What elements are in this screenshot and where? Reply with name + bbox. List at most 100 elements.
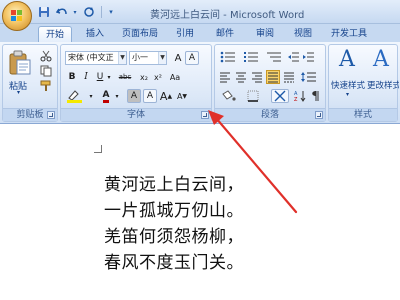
tab-page-layout[interactable]: 页面布局	[118, 26, 162, 42]
decrease-indent-icon[interactable]	[287, 50, 301, 64]
clipboard-group: 粘贴 ▾ 剪贴板	[2, 44, 58, 122]
tab-home[interactable]: 开始	[38, 26, 72, 42]
font-name-dropdown[interactable]: 宋体 (中文正 ▼	[65, 51, 127, 65]
styles-group: A 快速样式 ▾ A 更改样式 样式	[328, 44, 399, 122]
font-color-icon: A	[102, 90, 110, 103]
chinese-layout-icon	[274, 90, 286, 102]
tab-view[interactable]: 视图	[288, 26, 318, 42]
line-spacing-icon	[301, 72, 316, 82]
superscript-button[interactable]: x²	[151, 70, 165, 84]
subscript-button[interactable]: x₂	[137, 70, 151, 84]
grow-font-icon: A	[174, 52, 182, 64]
poem-line: 一片孤城万仞山。	[104, 201, 244, 221]
change-styles-icon: A	[373, 47, 389, 72]
customize-icon[interactable]: ▾	[107, 5, 115, 20]
underline-dropdown-icon[interactable]: ▾	[105, 70, 113, 84]
line-spacing-button[interactable]	[299, 70, 319, 84]
font-name-value: 宋体 (中文正	[68, 53, 114, 62]
font-color-dropdown-icon[interactable]: ▾	[113, 89, 121, 103]
poem-line: 黄河远上白云间，	[104, 175, 244, 195]
distributed-icon[interactable]	[282, 70, 296, 84]
multilevel-list-icon	[267, 52, 281, 62]
align-center-icon[interactable]	[234, 70, 248, 84]
tab-references[interactable]: 引用	[170, 26, 200, 42]
numbering-button[interactable]	[241, 50, 261, 64]
change-styles-button[interactable]: A 更改样式	[367, 47, 399, 105]
italic-button[interactable]: I	[79, 70, 93, 84]
strikethrough-button[interactable]: abc	[115, 70, 135, 84]
grow-font-size-button[interactable]: A ▲	[159, 89, 173, 103]
tab-insert[interactable]: 插入	[80, 26, 110, 42]
align-left-icon[interactable]	[218, 70, 232, 84]
char-shading-icon: A	[130, 91, 138, 101]
paragraph-launcher-icon[interactable]	[315, 111, 323, 119]
change-case-button[interactable]: Aa	[167, 70, 183, 84]
shrink-font-size-button[interactable]: A ▼	[175, 89, 189, 103]
clear-format-button[interactable]: A	[185, 51, 199, 65]
poem-line: 春风不度玉门关。	[104, 253, 244, 273]
format-painter-icon[interactable]	[39, 79, 53, 93]
undo-icon[interactable]	[54, 5, 69, 20]
increase-indent-icon[interactable]	[302, 50, 316, 64]
quick-styles-icon: A	[339, 47, 355, 72]
cut-icon[interactable]	[39, 49, 53, 63]
font-size-value: 小一	[132, 53, 148, 62]
paste-icon	[9, 50, 31, 75]
borders-button[interactable]	[243, 89, 265, 103]
quick-styles-button[interactable]: A 快速样式 ▾	[331, 47, 367, 105]
ribbon: 粘贴 ▾ 剪贴板 宋体 (中文正 ▼ 小一 ▼ A A B I U ▾ abc …	[0, 42, 400, 124]
grow-font-size-icon: A	[159, 89, 168, 103]
quick-styles-dropdown-icon: ▾	[346, 91, 350, 98]
char-border-icon: A	[146, 91, 154, 101]
shading-button[interactable]	[218, 89, 240, 103]
highlight-dropdown-icon[interactable]: ▾	[87, 89, 95, 103]
borders-icon	[247, 90, 259, 102]
grow-font-button[interactable]: A	[171, 51, 185, 65]
clipboard-launcher-icon[interactable]	[47, 111, 55, 119]
char-shading-button[interactable]: A	[127, 89, 141, 103]
sort-icon[interactable]: AZ	[293, 89, 307, 103]
undo-dropdown-icon[interactable]: ▾	[72, 5, 78, 20]
paragraph-group-label: 段落	[215, 108, 325, 121]
bold-button[interactable]: B	[65, 70, 79, 84]
font-color-button[interactable]: A	[99, 89, 113, 103]
tab-developer[interactable]: 开发工具	[326, 26, 372, 42]
change-styles-label: 更改样式	[367, 81, 399, 91]
bullets-button[interactable]	[218, 50, 238, 64]
font-group-label: 字体	[61, 108, 211, 121]
justify-icon[interactable]	[266, 70, 280, 84]
tab-review[interactable]: 审阅	[250, 26, 280, 42]
copy-icon[interactable]	[39, 64, 53, 78]
office-button[interactable]	[2, 1, 32, 31]
align-right-icon[interactable]	[250, 70, 264, 84]
tab-mailings[interactable]: 邮件	[210, 26, 240, 42]
highlighter-icon	[67, 89, 82, 103]
margin-corner-mark	[94, 145, 102, 153]
highlight-button[interactable]	[65, 89, 85, 103]
char-border-button[interactable]: A	[143, 89, 157, 103]
save-icon[interactable]	[36, 5, 51, 20]
ribbon-tabs: 开始 插入 页面布局 引用 邮件 审阅 视图 开发工具	[0, 24, 400, 42]
font-group: 宋体 (中文正 ▼ 小一 ▼ A A B I U ▾ abc x₂ x² Aa …	[60, 44, 212, 122]
poem-line: 羌笛何须怨杨柳，	[104, 227, 244, 247]
bullets-icon	[220, 51, 235, 63]
paragraph-group: AZ 段落	[214, 44, 326, 122]
multilevel-list-button[interactable]	[264, 50, 284, 64]
svg-text:Z: Z	[294, 97, 298, 102]
font-size-chevron-down-icon: ▼	[158, 52, 166, 64]
font-size-dropdown[interactable]: 小一 ▼	[129, 51, 167, 65]
font-name-chevron-down-icon: ▼	[118, 52, 126, 64]
chinese-layout-button[interactable]	[271, 89, 289, 103]
document-text[interactable]: 黄河远上白云间， 一片孤城万仞山。 羌笛何须怨杨柳， 春风不度玉门关。	[104, 172, 244, 276]
paste-button[interactable]: 粘贴 ▾	[7, 48, 33, 96]
paint-bucket-icon	[222, 90, 236, 101]
paste-dropdown-icon: ▾	[17, 89, 21, 96]
show-marks-icon[interactable]	[308, 89, 322, 103]
numbering-icon	[244, 52, 258, 62]
office-logo-icon	[11, 10, 22, 21]
quick-access-toolbar: ▾ ▾	[36, 4, 115, 20]
redo-icon[interactable]	[81, 5, 96, 20]
styles-group-label: 样式	[329, 108, 397, 121]
font-launcher-icon[interactable]	[201, 111, 209, 119]
qat-separator	[101, 6, 102, 18]
